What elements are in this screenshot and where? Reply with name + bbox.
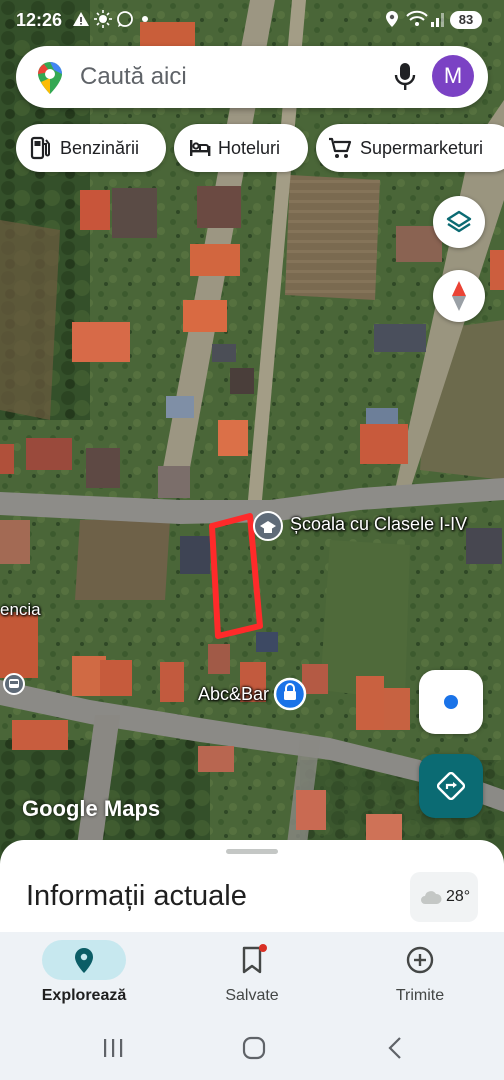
- chip-hotels-label: Hoteluri: [218, 138, 281, 158]
- nav-item-explore[interactable]: Explorează: [0, 932, 168, 1016]
- bar-pin-icon[interactable]: [273, 677, 307, 711]
- bar-label[interactable]: Abc&Bar: [198, 684, 269, 705]
- location-status-icon: [386, 11, 398, 27]
- layers-button[interactable]: [433, 196, 485, 248]
- directions-icon: [437, 772, 465, 800]
- my-location-icon: [440, 691, 462, 713]
- sheet-title: Informații actuale: [26, 880, 247, 912]
- system-navigation-bar: [0, 1016, 504, 1080]
- google-maps-watermark: Google Maps: [22, 796, 161, 821]
- my-location-button[interactable]: [419, 670, 483, 734]
- google-maps-logo-icon: [38, 62, 62, 94]
- compass-icon: [452, 281, 466, 311]
- bottom-sheet[interactable]: Informații actuale 28°: [0, 840, 504, 940]
- directions-button[interactable]: [419, 754, 483, 818]
- compass-button[interactable]: [433, 270, 485, 322]
- status-bar: 12:26 83: [0, 0, 504, 40]
- add-circle-icon: [406, 946, 434, 974]
- sun-icon: [94, 10, 112, 28]
- warning-icon: [73, 12, 89, 26]
- school-label[interactable]: Școala cu Clasele I-IV: [290, 514, 467, 535]
- partial-place-label[interactable]: encia: [0, 600, 41, 620]
- home-icon[interactable]: [242, 1036, 266, 1060]
- bus-stop-icon[interactable]: [3, 673, 25, 695]
- sheet-drag-handle[interactable]: [226, 849, 278, 854]
- school-pin-icon[interactable]: [253, 511, 283, 541]
- nav-item-saved[interactable]: Salvate: [168, 932, 336, 1016]
- bookmark-icon: [242, 944, 267, 974]
- chip-hotels[interactable]: Hoteluri: [174, 124, 308, 172]
- back-icon[interactable]: [386, 1036, 404, 1060]
- battery-indicator: 83: [450, 11, 482, 29]
- weather-temperature: 28°: [446, 888, 471, 905]
- nav-label-saved: Salvate: [225, 987, 279, 1004]
- nav-label-explore: Explorează: [41, 987, 127, 1004]
- wifi-icon: [406, 10, 428, 26]
- chip-supermarkets[interactable]: Supermarketuri: [316, 124, 504, 172]
- mic-icon[interactable]: [394, 62, 416, 92]
- avatar[interactable]: M: [432, 55, 474, 97]
- nav-item-share[interactable]: Trimite: [336, 932, 504, 1016]
- search-input[interactable]: Caută aici: [80, 63, 187, 91]
- gas-station-icon: [30, 136, 50, 160]
- notification-dot-icon: [142, 16, 148, 22]
- battery-level: 83: [458, 12, 474, 27]
- signal-icon: [431, 13, 444, 27]
- bottom-navigation: Explorează Salvate Trimite: [0, 932, 504, 1016]
- weather-chip[interactable]: 28°: [410, 872, 478, 922]
- whatsapp-icon: [117, 11, 133, 27]
- cart-icon: [329, 137, 352, 158]
- search-bar[interactable]: Caută aici M: [16, 46, 488, 108]
- layers-icon: [446, 210, 472, 233]
- location-pin-icon: [75, 948, 93, 973]
- bed-icon: [190, 140, 211, 156]
- nav-label-share: Trimite: [395, 987, 445, 1004]
- chip-gas-stations-label: Benzinării: [60, 138, 140, 158]
- chip-supermarkets-label: Supermarketuri: [360, 138, 484, 158]
- recents-icon[interactable]: [102, 1036, 124, 1060]
- cloud-icon: [421, 891, 442, 904]
- status-time: 12:26: [16, 10, 63, 30]
- chip-gas-stations[interactable]: Benzinării: [16, 124, 166, 172]
